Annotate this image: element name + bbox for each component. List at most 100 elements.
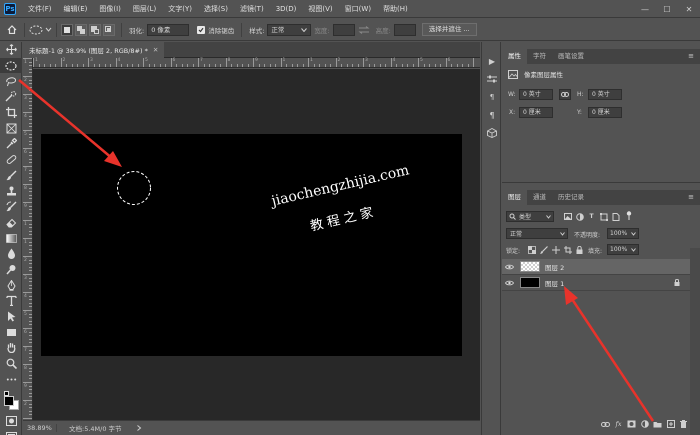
tab-character[interactable]: 字符 <box>527 49 552 64</box>
subtract-from-selection-button[interactable] <box>89 23 101 36</box>
layer-row[interactable]: 图层 1 <box>502 275 690 291</box>
play-actions-icon[interactable]: ▶ <box>482 52 502 70</box>
w-input[interactable]: 0 英寸 <box>519 89 553 100</box>
zoom-level-field[interactable]: 38.89% <box>23 424 57 432</box>
menu-type[interactable]: 文字(Y) <box>162 4 198 14</box>
menu-select[interactable]: 选择(S) <box>198 4 234 14</box>
opacity-input[interactable]: 100% <box>607 228 639 239</box>
paragraph-icon[interactable]: ¶ <box>482 88 502 106</box>
link-layers-icon[interactable] <box>599 419 612 430</box>
close-button[interactable]: ✕ <box>678 0 700 18</box>
tab-history[interactable]: 历史记录 <box>552 190 590 205</box>
3d-cube-icon[interactable] <box>482 124 502 142</box>
maximize-button[interactable]: ☐ <box>656 0 678 18</box>
tab-layers[interactable]: 图层 <box>502 190 527 205</box>
tool-quick-mask[interactable] <box>0 413 22 429</box>
tab-brush-settings[interactable]: 画笔设置 <box>552 49 590 64</box>
menu-view[interactable]: 视图(V) <box>302 4 338 14</box>
link-dimensions-button[interactable] <box>559 89 571 100</box>
glyph-icon[interactable]: ¶ <box>482 106 502 124</box>
tool-gradient[interactable] <box>0 230 22 246</box>
filter-toggle-icon[interactable] <box>624 211 633 220</box>
lock-all-icon[interactable] <box>575 245 584 254</box>
new-layer-icon[interactable] <box>664 419 677 430</box>
tool-preset-picker[interactable] <box>29 25 52 35</box>
tool-quick-selection[interactable] <box>0 89 22 105</box>
tool-crop[interactable] <box>0 105 22 121</box>
fill-input[interactable]: 100% <box>607 244 639 255</box>
layers-scrollbar[interactable] <box>690 248 700 435</box>
add-to-selection-button[interactable] <box>75 23 87 36</box>
tool-screen-mode[interactable] <box>0 429 22 435</box>
intersect-selection-button[interactable] <box>103 23 115 36</box>
layer-style-fx-icon[interactable]: fx <box>612 419 625 430</box>
swap-icon[interactable] <box>358 25 370 34</box>
filter-type-icon[interactable]: T <box>587 212 596 221</box>
x-input[interactable]: 0 厘米 <box>519 107 553 118</box>
menu-file[interactable]: 文件(F) <box>22 4 58 14</box>
filter-pixel-icon[interactable] <box>563 212 572 221</box>
home-icon[interactable] <box>4 25 20 34</box>
tool-path-selection[interactable] <box>0 309 22 325</box>
layer-name[interactable]: 图层 1 <box>545 278 564 288</box>
tool-clone-stamp[interactable] <box>0 183 22 199</box>
menu-window[interactable]: 窗口(W) <box>339 4 377 14</box>
layer-filter-select[interactable]: 类型 <box>506 211 554 222</box>
minimize-button[interactable]: — <box>634 0 656 18</box>
lock-image-pixels-icon[interactable] <box>539 245 548 254</box>
filter-adjustment-icon[interactable] <box>575 212 584 221</box>
lock-transparent-pixels-icon[interactable] <box>527 245 536 254</box>
layer-row[interactable]: 图层 2 <box>502 259 690 275</box>
menu-filter[interactable]: 滤镜(T) <box>234 4 270 14</box>
tool-spot-healing[interactable] <box>0 152 22 168</box>
tool-dodge[interactable] <box>0 262 22 278</box>
tab-channels[interactable]: 通道 <box>527 190 552 205</box>
lock-artboard-icon[interactable] <box>563 245 572 254</box>
y-input[interactable]: 0 厘米 <box>588 107 622 118</box>
style-select[interactable]: 正常 <box>267 23 312 36</box>
tool-edit-toolbar[interactable] <box>0 371 22 387</box>
add-mask-icon[interactable] <box>625 419 638 430</box>
tool-hand[interactable] <box>0 340 22 356</box>
tool-blur[interactable] <box>0 246 22 262</box>
menu-help[interactable]: 帮助(H) <box>377 4 414 14</box>
layers-panel-menu-icon[interactable]: ≡ <box>688 193 694 201</box>
document-tab[interactable]: 未标题-1 @ 38.9% (图层 2, RGB/8#) * ✕ <box>23 42 165 58</box>
chevron-right-icon[interactable] <box>136 425 142 431</box>
select-and-mask-button[interactable]: 选择并遮住 ... <box>421 23 477 36</box>
panel-menu-icon[interactable]: ≡ <box>688 52 694 60</box>
tool-elliptical-marquee[interactable] <box>0 57 22 74</box>
layer-name[interactable]: 图层 2 <box>545 262 564 272</box>
antialias-checkbox[interactable] <box>197 25 206 34</box>
filter-smart-object-icon[interactable] <box>611 212 620 221</box>
new-selection-button[interactable] <box>61 23 73 36</box>
tab-properties[interactable]: 属性 <box>502 49 527 64</box>
tool-lasso[interactable] <box>0 73 22 89</box>
tool-eraser[interactable] <box>0 215 22 231</box>
blend-mode-select[interactable]: 正常 <box>506 228 568 239</box>
tool-move[interactable] <box>0 42 22 58</box>
tool-brush[interactable] <box>0 168 22 184</box>
height-input[interactable] <box>393 23 416 36</box>
lock-position-icon[interactable] <box>551 245 560 254</box>
ruler-vertical[interactable]: 1 2 3 4 5 6 7 8 9 1 1 2 3 4 5 6 7 8 9 2 <box>23 58 33 420</box>
menu-image[interactable]: 图像(I) <box>93 4 127 14</box>
h-input[interactable]: 0 英寸 <box>588 89 622 100</box>
feather-input[interactable]: 0 像素 <box>147 23 190 36</box>
delete-layer-icon[interactable] <box>677 419 690 430</box>
filter-shape-icon[interactable] <box>599 212 608 221</box>
foreground-color-swatch[interactable] <box>4 396 14 407</box>
tool-history-brush[interactable] <box>0 199 22 215</box>
tool-pen[interactable] <box>0 277 22 293</box>
tool-type[interactable] <box>0 293 22 309</box>
width-input[interactable] <box>332 23 355 36</box>
tool-rectangle[interactable] <box>0 324 22 340</box>
adjustment-layer-icon[interactable] <box>638 419 651 430</box>
new-group-icon[interactable] <box>651 419 664 430</box>
tool-eyedropper[interactable] <box>0 136 22 152</box>
eye-icon[interactable] <box>502 264 516 270</box>
color-swatches[interactable] <box>0 391 22 413</box>
close-tab-icon[interactable]: ✕ <box>153 46 158 54</box>
tool-zoom[interactable] <box>0 356 22 372</box>
menu-layer[interactable]: 图层(L) <box>127 4 162 14</box>
